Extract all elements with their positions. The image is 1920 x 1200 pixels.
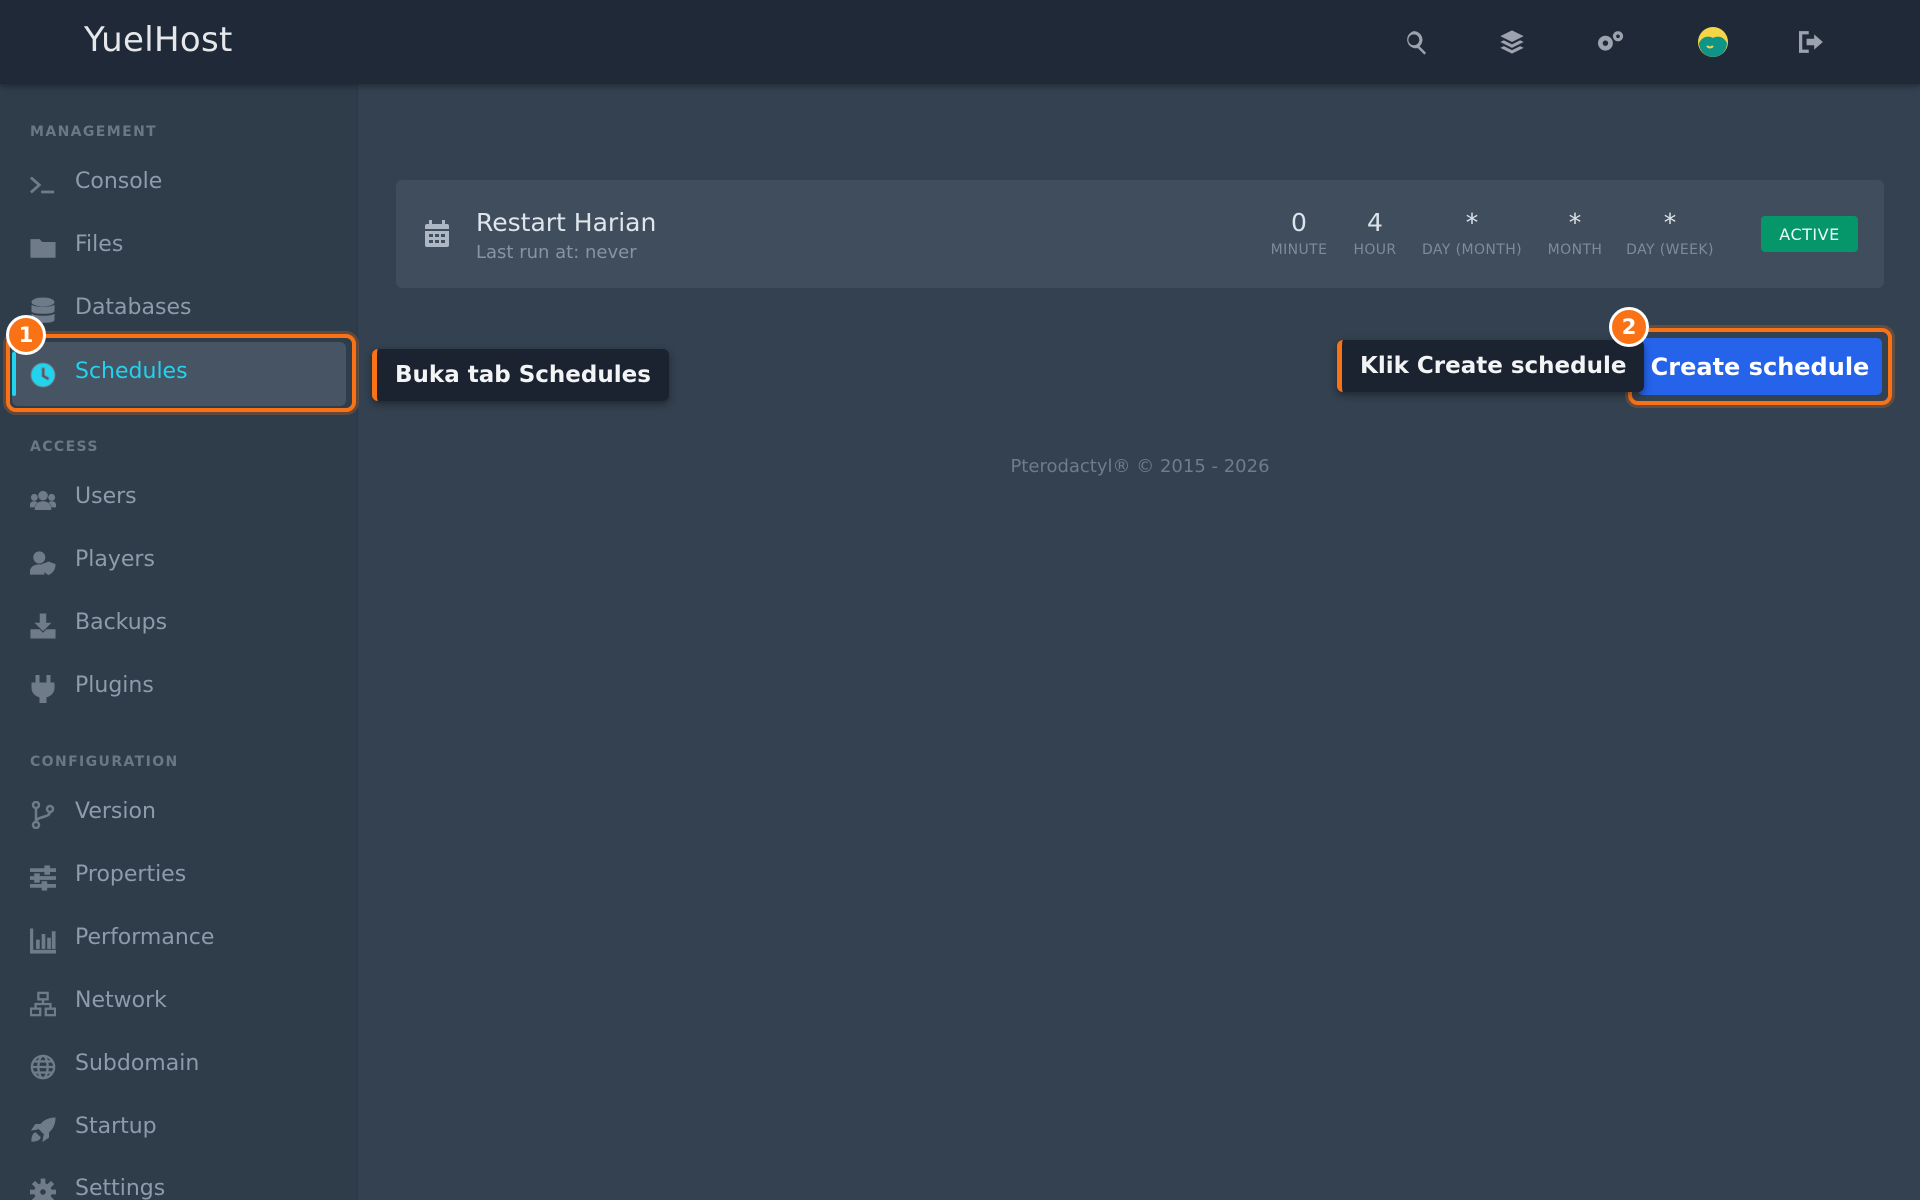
chart-icon: [30, 928, 56, 954]
sidebar-item-label: Databases: [75, 295, 192, 320]
sidebar-item-plugins[interactable]: Plugins: [0, 658, 358, 718]
tooltip-step-1: Buka tab Schedules: [372, 349, 669, 401]
avatar[interactable]: [1693, 22, 1733, 62]
create-schedule-button[interactable]: Create schedule: [1638, 338, 1882, 395]
sidebar-item-label: Console: [75, 169, 163, 194]
gear-icon: [30, 1178, 56, 1200]
status-badge: ACTIVE: [1761, 216, 1858, 252]
brand-logo[interactable]: YuelHost: [84, 20, 233, 60]
sidebar-item-performance[interactable]: Performance: [0, 910, 358, 970]
layers-icon[interactable]: [1492, 22, 1532, 62]
sidebar-item-label: Settings: [75, 1176, 166, 1200]
sidebar-item-label: Schedules: [75, 359, 188, 384]
rocket-icon: [30, 1117, 56, 1143]
branch-icon: [30, 801, 56, 829]
sliders-icon: [30, 865, 56, 891]
section-label-access: ACCESS: [30, 439, 99, 455]
section-label-management: MANAGEMENT: [30, 124, 158, 140]
globe-icon: [30, 1054, 56, 1080]
schedule-row[interactable]: Restart Harian Last run at: never 0 MINU…: [396, 180, 1884, 288]
sidebar-item-users[interactable]: Users: [0, 469, 358, 529]
sidebar-item-files[interactable]: Files: [0, 217, 358, 277]
users-icon: [30, 487, 56, 513]
sidebar-item-console[interactable]: Console: [0, 154, 358, 214]
sidebar-item-label: Plugins: [75, 673, 154, 698]
sidebar-item-version[interactable]: Version: [0, 784, 358, 844]
sidebar-item-schedules[interactable]: Schedules: [12, 342, 346, 406]
clock-icon: [30, 362, 56, 388]
step-marker-1: 1: [6, 315, 46, 355]
logout-icon[interactable]: [1792, 22, 1832, 62]
sidebar-item-label: Files: [75, 232, 124, 257]
network-icon: [30, 991, 56, 1017]
schedule-last-run: Last run at: never: [476, 242, 637, 263]
search-icon[interactable]: [1396, 22, 1436, 62]
top-bar: YuelHost: [0, 0, 1920, 84]
sidebar-item-label: Properties: [75, 862, 187, 887]
tooltip-step-2: Klik Create schedule: [1337, 340, 1645, 392]
calendar-icon: [425, 220, 449, 247]
section-label-configuration: CONFIGURATION: [30, 754, 179, 770]
sidebar-item-label: Players: [75, 547, 155, 572]
sidebar-item-label: Subdomain: [75, 1051, 200, 1076]
cron-label: DAY (WEEK): [1626, 242, 1714, 258]
footer-copyright: Pterodactyl® © 2015 - 2026: [1010, 456, 1270, 477]
sidebar-item-network[interactable]: Network: [0, 973, 358, 1033]
sidebar: MANAGEMENT Console Files Databases Sched…: [0, 84, 358, 1200]
sidebar-item-label: Performance: [75, 925, 215, 950]
sidebar-item-label: Backups: [75, 610, 168, 635]
sidebar-item-properties[interactable]: Properties: [0, 847, 358, 907]
sidebar-item-label: Version: [75, 799, 156, 824]
settings-icon[interactable]: [1590, 22, 1630, 62]
sidebar-item-databases[interactable]: Databases: [0, 280, 358, 340]
folder-icon: [30, 235, 56, 261]
player-shield-icon: [30, 550, 56, 576]
sidebar-item-players[interactable]: Players: [0, 532, 358, 592]
step-marker-2: 2: [1609, 307, 1649, 347]
sidebar-item-label: Startup: [75, 1114, 157, 1139]
cron-day-week: * DAY (WEEK): [1605, 208, 1735, 258]
active-indicator: [12, 352, 16, 396]
sidebar-item-startup[interactable]: Startup: [0, 1099, 358, 1159]
sidebar-item-subdomain[interactable]: Subdomain: [0, 1036, 358, 1096]
sidebar-item-settings[interactable]: Settings: [0, 1161, 358, 1200]
plug-icon: [30, 675, 56, 703]
sidebar-item-label: Network: [75, 988, 167, 1013]
terminal-icon: [30, 172, 56, 198]
sidebar-item-backups[interactable]: Backups: [0, 595, 358, 655]
sidebar-item-label: Users: [75, 484, 137, 509]
cron-value: *: [1663, 208, 1677, 237]
schedule-name: Restart Harian: [476, 208, 657, 237]
download-icon: [30, 613, 56, 639]
